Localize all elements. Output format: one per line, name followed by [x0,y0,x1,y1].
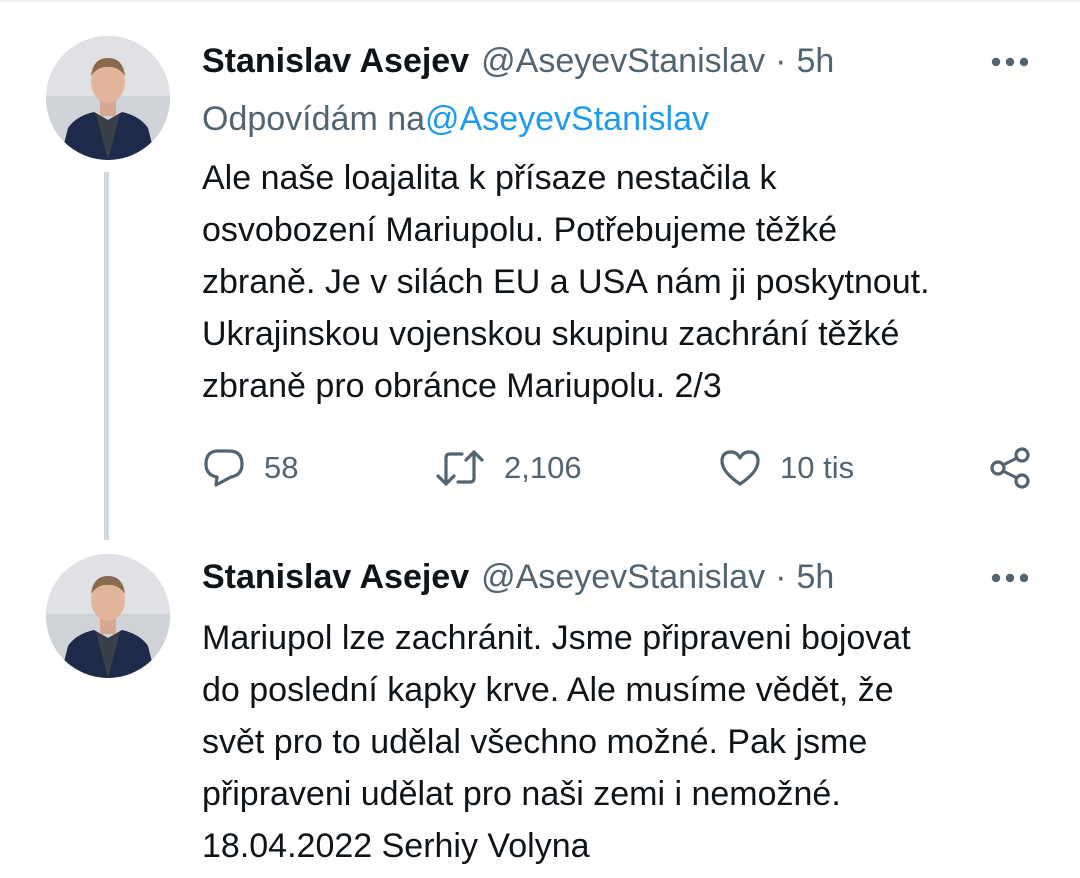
tweet-text-line: Ukrajinskou vojenskou skupinu zachrání t… [202,315,900,353]
replying-to: Odpovídám na@AseyevStanislav [202,96,709,142]
tweet-timestamp[interactable]: 5h [796,554,834,600]
thread-connector-line [104,172,109,540]
replying-to-label: Odpovídám na [202,100,426,138]
like-count: 10 tis [780,450,855,485]
share-button[interactable] [988,440,1050,496]
tweet-header: Stanislav Asejev @AseyevStanislav · 5h [202,554,834,600]
author-name[interactable]: Stanislav Asejev [202,38,469,84]
author-handle[interactable]: @AseyevStanislav [481,38,765,84]
reply-count: 58 [264,450,299,485]
tweet[interactable]: Stanislav Asejev @AseyevStanislav · 5h O… [0,0,1080,540]
reply-button[interactable]: 58 [202,440,298,496]
tweet-text-line: připraveni udělat pro naši zemi i nemožn… [202,775,841,813]
tweet-text-line: svět pro to udělal všechno možné. Pak js… [202,723,868,761]
tweet[interactable]: Stanislav Asejev @AseyevStanislav · 5h M… [0,540,1080,878]
tweet-text-line: zbraně. Je v silách EU a USA nám ji posk… [202,263,930,301]
avatar[interactable] [46,554,170,678]
retweet-count: 2,106 [504,450,582,485]
retweet-button[interactable]: 2,106 [434,440,582,496]
like-button[interactable]: 10 tis [718,440,854,496]
avatar[interactable] [46,36,170,160]
separator-dot: · [775,558,787,596]
tweet-text: Ale naše loajalita k přísaze nestačila k… [202,152,1042,412]
tweet-text-line: 18.04.2022 Serhiy Volyna [202,827,590,865]
tweet-text-line: do poslední kapky krve. Ale musíme vědět… [202,671,894,709]
more-options-button[interactable] [986,558,1034,598]
more-horizontal-icon [991,57,1029,67]
speech-bubble-icon [204,449,244,487]
retweet-arrows-icon [436,450,484,486]
author-handle[interactable]: @AseyevStanislav [481,554,765,600]
tweet-header: Stanislav Asejev @AseyevStanislav · 5h [202,38,834,84]
more-options-button[interactable] [986,42,1034,82]
tweet-timestamp[interactable]: 5h [796,38,834,84]
author-name[interactable]: Stanislav Asejev [202,554,469,600]
heart-icon [720,450,760,486]
tweet-text-line: zbraně pro obránce Mariupolu. 2/3 [202,367,722,405]
tweet-text-line: Mariupol lze zachránit. Jsme připraveni … [202,619,911,657]
share-nodes-icon [990,447,1030,489]
tweet-actions: 58 2,106 10 tis [202,440,1038,496]
more-horizontal-icon [991,573,1029,583]
tweet-text-line: osvobození Mariupolu. Potřebujeme těžké [202,211,838,249]
tweet-text: Mariupol lze zachránit. Jsme připraveni … [202,612,1042,872]
separator-dot: · [775,42,787,80]
reply-mention-link[interactable]: @AseyevStanislav [425,100,709,138]
tweet-text-line: Ale naše loajalita k přísaze nestačila k [202,159,777,197]
